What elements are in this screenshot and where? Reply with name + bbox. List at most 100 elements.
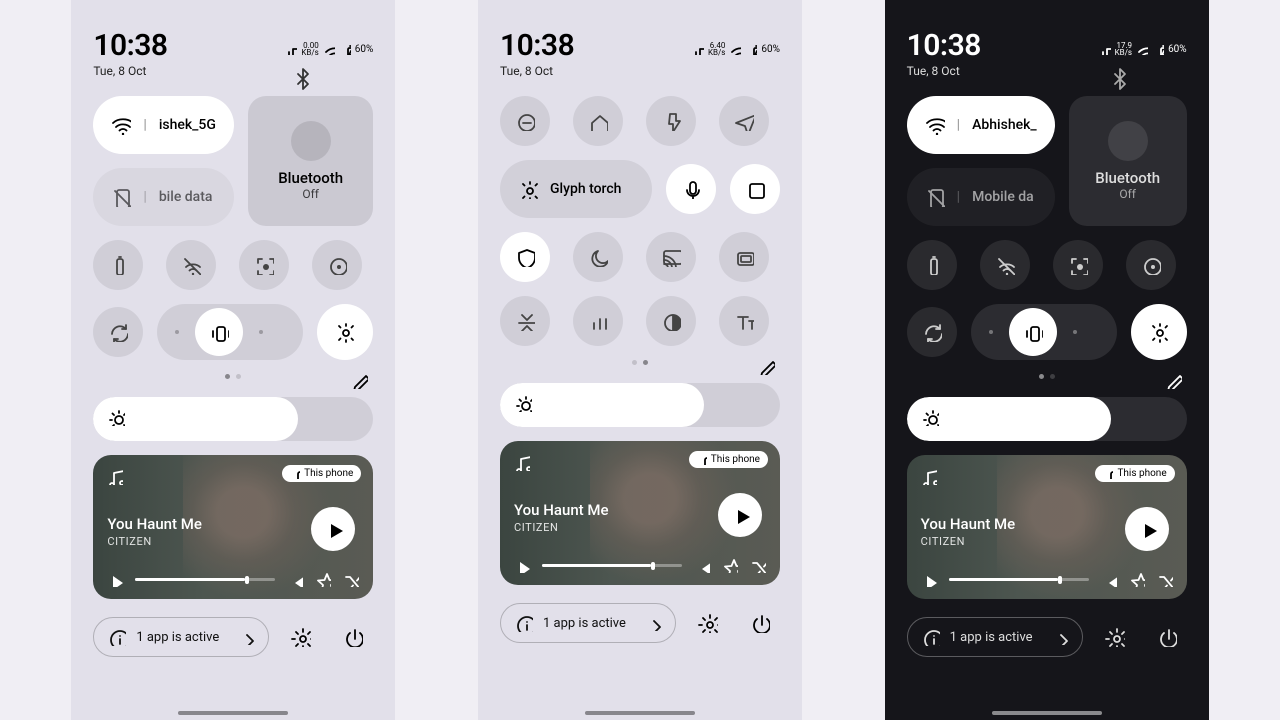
bluetooth-state: Off: [302, 187, 319, 201]
nav-handle[interactable]: [585, 711, 695, 715]
edit-tiles-button[interactable]: [752, 352, 780, 380]
ring-mode-slider[interactable]: [971, 304, 1117, 360]
media-output-chip[interactable]: This phone: [282, 465, 361, 482]
bluetooth-label: Bluetooth: [1095, 169, 1160, 187]
wifi-name: Abhishek_: [972, 117, 1037, 133]
mobile-data-tile[interactable]: | bile data: [93, 168, 234, 226]
active-apps-button[interactable]: 1 app is active: [93, 617, 269, 657]
battery-saver-tile[interactable]: [93, 240, 143, 290]
status-icons: 6.40KB/s 60%: [692, 42, 780, 56]
favorite-button[interactable]: [1129, 571, 1145, 587]
mic-access-tile[interactable]: [666, 164, 716, 214]
wifi-status-icon: [1136, 43, 1148, 55]
mobile-data-tile[interactable]: | Mobile da: [907, 168, 1055, 226]
shuffle-button[interactable]: [343, 571, 359, 587]
focus-tile[interactable]: [239, 240, 289, 290]
favorite-button[interactable]: [315, 571, 331, 587]
media-player-card[interactable]: This phone You Haunt Me CITIZEN: [907, 455, 1187, 599]
shuffle-button[interactable]: [1157, 571, 1173, 587]
flashlight-tile[interactable]: [646, 96, 696, 146]
edit-tiles-button[interactable]: [1159, 366, 1187, 394]
active-apps-button[interactable]: 1 app is active: [500, 603, 676, 643]
battery-percent: 60%: [1168, 44, 1187, 55]
media-progress[interactable]: [542, 564, 682, 567]
edit-tiles-button[interactable]: [345, 366, 373, 394]
media-progress[interactable]: [949, 578, 1089, 581]
brightness-slider[interactable]: [907, 397, 1187, 441]
play-button[interactable]: [1125, 507, 1169, 551]
status-bar: 10:38 Tue, 8 Oct 6.40KB/s 60%: [500, 28, 780, 78]
phone-dark-page1: 10:38 Tue, 8 Oct 17.9KB/s 60% | Abhishek…: [885, 0, 1209, 720]
battery-status-icon: [745, 43, 757, 55]
media-player-card[interactable]: This phone You Haunt Me CITIZEN: [93, 455, 373, 599]
wifi-off-tile[interactable]: [980, 240, 1030, 290]
shield-tile[interactable]: [500, 232, 550, 282]
page-indicator: [93, 374, 373, 379]
contrast-tile[interactable]: [646, 296, 696, 346]
rotation-tile[interactable]: [500, 296, 550, 346]
sync-tile[interactable]: [93, 307, 143, 357]
hotspot-tile[interactable]: [1126, 240, 1176, 290]
play-button[interactable]: [718, 493, 762, 537]
home-icon: [588, 111, 608, 131]
wifi-icon: [111, 115, 131, 135]
night-mode-tile[interactable]: [573, 232, 623, 282]
dnd-tile[interactable]: [500, 96, 550, 146]
wifi-icon: [925, 115, 945, 135]
prev-button[interactable]: [921, 571, 937, 587]
focus-icon: [254, 255, 274, 275]
wifi-off-tile[interactable]: [166, 240, 216, 290]
data-usage-tile[interactable]: [573, 296, 623, 346]
next-button[interactable]: [694, 557, 710, 573]
wifi-name: ishek_5G: [159, 117, 216, 133]
media-progress[interactable]: [135, 578, 275, 581]
wifi-tile[interactable]: | ishek_5G: [93, 96, 234, 154]
next-button[interactable]: [1101, 571, 1117, 587]
prev-button[interactable]: [514, 557, 530, 573]
media-output-chip[interactable]: This phone: [689, 451, 768, 468]
nav-handle[interactable]: [992, 711, 1102, 715]
play-button[interactable]: [311, 507, 355, 551]
font-size-icon: [734, 311, 754, 331]
phone-light-page2: 10:38 Tue, 8 Oct 6.40KB/s 60% Glyph torc…: [478, 0, 802, 720]
media-player-card[interactable]: This phone You Haunt Me CITIZEN: [500, 441, 780, 585]
vibrate-status-icon: [1099, 43, 1111, 55]
nav-handle[interactable]: [178, 711, 288, 715]
clock-time: 10:38: [500, 28, 574, 63]
glyph-tile[interactable]: [1131, 304, 1187, 360]
font-size-tile[interactable]: [719, 296, 769, 346]
bluetooth-tile[interactable]: Bluetooth Off: [1069, 96, 1187, 226]
settings-button[interactable]: [1095, 617, 1135, 657]
vibrate-status-icon: [285, 43, 297, 55]
favorite-button[interactable]: [722, 557, 738, 573]
ring-mode-slider[interactable]: [157, 304, 303, 360]
home-tile[interactable]: [573, 96, 623, 146]
glyph-tile[interactable]: [317, 304, 373, 360]
focus-tile[interactable]: [1053, 240, 1103, 290]
sync-tile[interactable]: [907, 307, 957, 357]
shuffle-button[interactable]: [750, 557, 766, 573]
bluetooth-tile[interactable]: Bluetooth Off: [248, 96, 373, 226]
cast-tile[interactable]: [646, 232, 696, 282]
hotspot-tile[interactable]: [312, 240, 362, 290]
music-icon: [919, 467, 937, 485]
wallet-tile[interactable]: [719, 232, 769, 282]
prev-button[interactable]: [107, 571, 123, 587]
bluetooth-label: Bluetooth: [278, 169, 343, 187]
settings-button[interactable]: [281, 617, 321, 657]
airplane-tile[interactable]: [719, 96, 769, 146]
battery-saver-tile[interactable]: [907, 240, 957, 290]
active-apps-button[interactable]: 1 app is active: [907, 617, 1083, 657]
brightness-slider[interactable]: [500, 383, 780, 427]
wifi-tile[interactable]: | Abhishek_: [907, 96, 1055, 154]
media-output-chip[interactable]: This phone: [1095, 465, 1174, 482]
settings-button[interactable]: [688, 603, 728, 643]
screen-record-tile[interactable]: [730, 164, 780, 214]
brightness-slider[interactable]: [93, 397, 373, 441]
shield-icon: [515, 247, 535, 267]
next-button[interactable]: [287, 571, 303, 587]
power-button[interactable]: [333, 617, 373, 657]
power-button[interactable]: [740, 603, 780, 643]
power-button[interactable]: [1147, 617, 1187, 657]
glyph-torch-tile[interactable]: Glyph torch: [500, 160, 652, 218]
